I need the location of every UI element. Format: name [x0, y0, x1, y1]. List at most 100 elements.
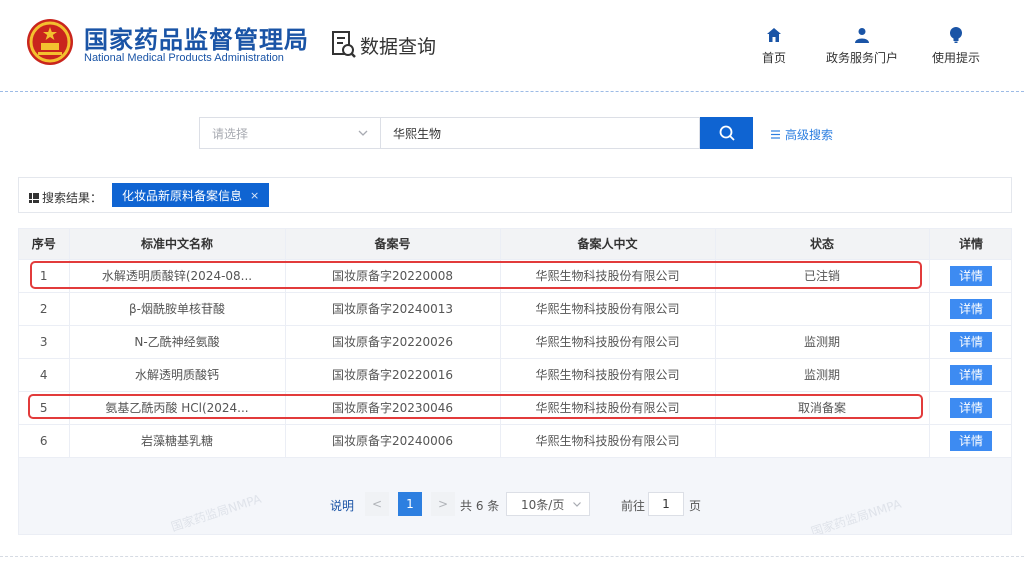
- result-tag-label: 化妆品新原料备案信息: [122, 188, 243, 203]
- cell-status: 已注销: [715, 259, 930, 293]
- cell-name: N-乙酰神经氨酸: [69, 325, 286, 359]
- cell-status: [715, 424, 930, 458]
- cell-name: β-烟酰胺单核苷酸: [69, 292, 286, 326]
- chevron-down-icon: [573, 502, 581, 507]
- table-row[interactable]: 2 β-烟酰胺单核苷酸 国妆原备字20240013 华熙生物科技股份有限公司 详…: [19, 292, 1011, 326]
- table-row[interactable]: 6 岩藻糖基乳糖 国妆原备字20240006 华熙生物科技股份有限公司 详情: [19, 424, 1011, 458]
- cell-index: 5: [19, 391, 70, 425]
- nav-service-portal-label: 政务服务门户: [826, 51, 899, 65]
- nav-home[interactable]: 首页: [762, 26, 786, 66]
- table-row[interactable]: 3 N-乙酰神经氨酸 国妆原备字20220026 华熙生物科技股份有限公司 监测…: [19, 325, 1011, 359]
- cell-detail: 详情: [929, 358, 1011, 392]
- page-size-value: 10条/页: [521, 497, 565, 512]
- page-size-select[interactable]: 10条/页: [506, 492, 590, 516]
- table-row[interactable]: 4 水解透明质酸钙 国妆原备字20220016 华熙生物科技股份有限公司 监测期…: [19, 358, 1011, 392]
- home-icon: [767, 28, 781, 42]
- cell-name: 水解透明质酸钙: [69, 358, 286, 392]
- table-header-row: 序号 标准中文名称 备案号 备案人中文 状态 详情: [19, 229, 1011, 260]
- section-title: 数据查询: [360, 36, 437, 58]
- explain-link[interactable]: 说明: [330, 497, 354, 514]
- user-icon: [855, 28, 869, 43]
- cell-index: 6: [19, 424, 70, 458]
- page-suffix: 页: [689, 499, 702, 513]
- advanced-search-label: 高级搜索: [785, 128, 834, 142]
- cell-filer: 华熙生物科技股份有限公司: [500, 424, 716, 458]
- results-label-text: 搜索结果：: [42, 191, 103, 205]
- detail-button[interactable]: 详情: [950, 265, 992, 286]
- detail-button[interactable]: 详情: [950, 298, 992, 319]
- results-table-area: 国家药监局NMPA 国家药监局NMPA 序号 标准中文名称 备案号 备案人中文 …: [18, 228, 1012, 535]
- results-label: 搜索结果：: [29, 189, 102, 206]
- cell-detail: 详情: [929, 391, 1011, 425]
- cell-index: 1: [19, 259, 70, 293]
- site-header: 国家药品监督管理局 National Medical Products Admi…: [0, 0, 1024, 92]
- nav-service-portal[interactable]: 政务服务门户: [826, 26, 898, 66]
- chevron-down-icon: [358, 130, 368, 136]
- nav-home-label: 首页: [762, 51, 787, 65]
- cell-name: 水解透明质酸锌(2024-08...: [69, 259, 286, 293]
- cell-status: 监测期: [715, 358, 930, 392]
- cell-filer: 华熙生物科技股份有限公司: [500, 292, 716, 326]
- grid-icon: [29, 192, 39, 203]
- search-icon: [719, 125, 735, 141]
- cell-detail: 详情: [929, 292, 1011, 326]
- detail-button[interactable]: 详情: [950, 331, 992, 352]
- header-divider: [0, 91, 1024, 92]
- cell-index: 3: [19, 325, 70, 359]
- cell-status: 取消备案: [715, 391, 930, 425]
- bulb-icon: [950, 27, 962, 43]
- close-icon[interactable]: ×: [250, 189, 259, 202]
- detail-button[interactable]: 详情: [950, 364, 992, 385]
- category-select-placeholder: 请选择: [212, 126, 249, 141]
- col-header-filer: 备案人中文: [500, 229, 716, 260]
- cell-filer: 华熙生物科技股份有限公司: [500, 391, 716, 425]
- national-emblem-icon: [27, 19, 73, 65]
- col-header-status: 状态: [715, 229, 930, 260]
- cell-record-no: 国妆原备字20220016: [285, 358, 501, 392]
- detail-button[interactable]: 详情: [950, 397, 992, 418]
- cell-record-no: 国妆原备字20240006: [285, 424, 501, 458]
- next-page-button[interactable]: >: [431, 492, 455, 516]
- site-title: 国家药品监督管理局: [84, 26, 309, 54]
- cell-filer: 华熙生物科技股份有限公司: [500, 259, 716, 293]
- nav-usage-tips-label: 使用提示: [932, 51, 981, 65]
- pagination: 说明 < 1 > 共 6 条 10条/页 前往 页: [19, 491, 1011, 517]
- prev-page-button[interactable]: <: [365, 492, 389, 516]
- cell-detail: 详情: [929, 259, 1011, 293]
- cell-filer: 华熙生物科技股份有限公司: [500, 358, 716, 392]
- col-header-detail: 详情: [929, 229, 1011, 260]
- page-1-button[interactable]: 1: [398, 492, 422, 516]
- cell-name: 岩藻糖基乳糖: [69, 424, 286, 458]
- category-select[interactable]: 请选择: [199, 117, 380, 149]
- table-row[interactable]: 1 水解透明质酸锌(2024-08... 国妆原备字20220008 华熙生物科…: [19, 259, 1011, 293]
- result-category-tag[interactable]: 化妆品新原料备案信息 ×: [112, 183, 270, 207]
- advanced-search-link[interactable]: 高级搜索: [770, 126, 833, 143]
- search-results-bar: 搜索结果： 化妆品新原料备案信息 ×: [18, 177, 1012, 213]
- site-subtitle: National Medical Products Administration: [84, 52, 284, 64]
- cell-status: 监测期: [715, 325, 930, 359]
- cell-record-no: 国妆原备字20230046: [285, 391, 501, 425]
- col-header-record-no: 备案号: [285, 229, 501, 260]
- data-query-icon: [332, 31, 356, 58]
- goto-page-input[interactable]: [648, 492, 684, 516]
- cell-detail: 详情: [929, 424, 1011, 458]
- cell-record-no: 国妆原备字20240013: [285, 292, 501, 326]
- cell-filer: 华熙生物科技股份有限公司: [500, 325, 716, 359]
- results-table: 序号 标准中文名称 备案号 备案人中文 状态 详情 1 水解透明质酸锌(2024…: [19, 229, 1011, 458]
- cell-index: 4: [19, 358, 70, 392]
- nav-usage-tips[interactable]: 使用提示: [932, 26, 980, 66]
- cell-record-no: 国妆原备字20220026: [285, 325, 501, 359]
- search-input[interactable]: [380, 117, 700, 149]
- cell-index: 2: [19, 292, 70, 326]
- cell-name: 氨基乙酰丙酸 HCl(2024...: [69, 391, 286, 425]
- total-count: 共 6 条: [460, 499, 500, 513]
- table-row[interactable]: 5 氨基乙酰丙酸 HCl(2024... 国妆原备字20230046 华熙生物科…: [19, 391, 1011, 425]
- col-header-name: 标准中文名称: [69, 229, 286, 260]
- cell-detail: 详情: [929, 325, 1011, 359]
- filter-icon: [771, 130, 780, 139]
- cell-record-no: 国妆原备字20220008: [285, 259, 501, 293]
- detail-button[interactable]: 详情: [950, 430, 992, 451]
- footer-divider: [0, 556, 1024, 557]
- search-button[interactable]: [700, 117, 753, 149]
- goto-label: 前往: [621, 499, 646, 513]
